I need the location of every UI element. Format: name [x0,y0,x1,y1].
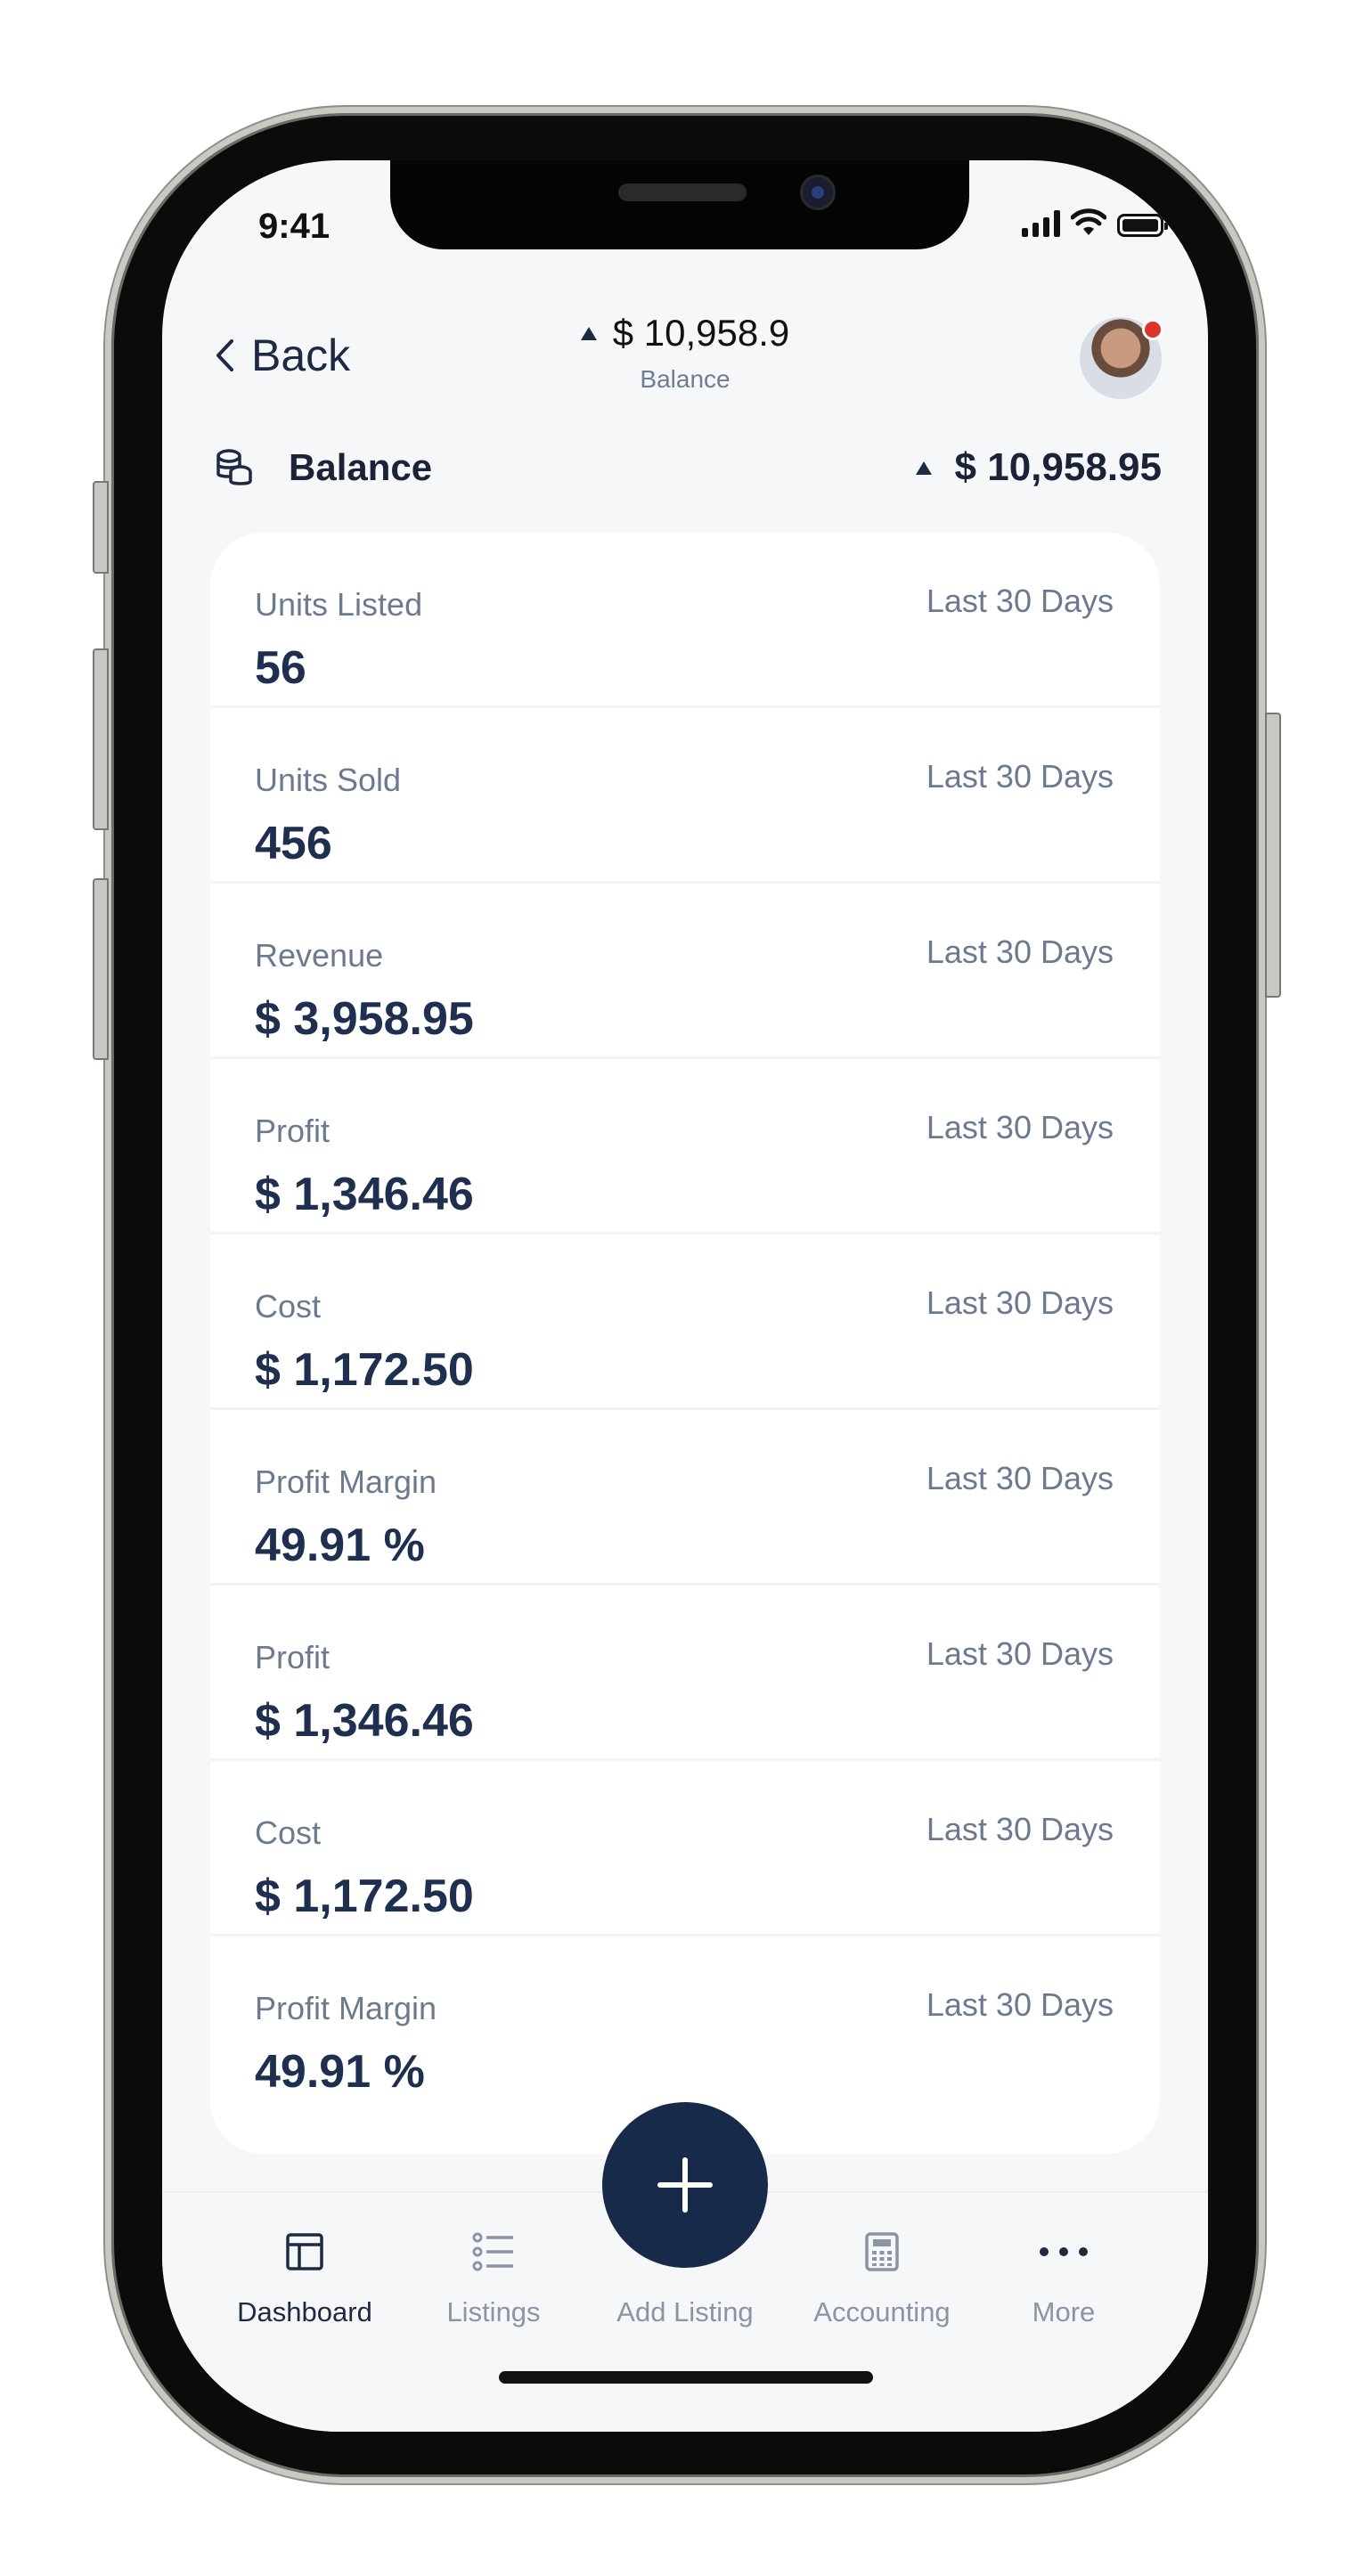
calculator-icon [865,2232,899,2271]
volume-up-button [93,648,109,830]
balance-value: $ 10,958.95 [954,445,1162,489]
metric-label: Units Listed [255,586,423,623]
metric-period: Last 30 Days [926,583,1114,619]
metric-row[interactable]: Profit Margin 49.91 % Last 30 Days [210,1410,1160,1586]
header-subtitle: Balance [640,365,730,393]
tab-label: More [1032,2296,1096,2327]
more-dots-icon [1040,2247,1088,2256]
tab-label: Dashboard [237,2296,372,2327]
status-icons [1022,208,1168,237]
metric-label: Profit [255,1639,331,1675]
plus-icon [657,2157,713,2213]
power-button [1265,713,1281,998]
tab-listings[interactable]: Listings [413,2229,574,2328]
metric-value: $ 1,346.46 [255,1695,474,1747]
metric-period: Last 30 Days [926,1811,1114,1847]
volume-down-button [93,878,109,1060]
metric-row[interactable]: Cost $ 1,172.50 Last 30 Days [210,1761,1160,1936]
list-icon [472,2232,513,2271]
metric-label: Profit Margin [255,1463,437,1500]
metric-label: Cost [255,1814,322,1851]
header-balance: $ 10,958.9 Balance [162,312,1208,394]
speaker [618,183,747,201]
add-listing-button[interactable] [602,2102,768,2268]
tab-accounting[interactable]: Accounting [802,2229,962,2328]
metrics-card: Units Listed 56 Last 30 Days Units Sold … [210,533,1160,2154]
metric-row[interactable]: Units Sold 456 Last 30 Days [210,708,1160,884]
metric-label: Profit Margin [255,1990,437,2026]
metric-period: Last 30 Days [926,1109,1114,1145]
notification-dot [1142,319,1163,340]
battery-icon [1117,214,1168,237]
metric-row[interactable]: Profit $ 1,346.46 Last 30 Days [210,1059,1160,1235]
tab-label: Accounting [813,2296,951,2327]
metric-label: Profit [255,1113,331,1149]
coins-icon [216,449,252,485]
metric-value: 49.91 % [255,1520,425,1571]
metric-value: $ 1,172.50 [255,1344,474,1396]
increase-triangle-icon [580,326,597,340]
metric-period: Last 30 Days [926,1635,1114,1672]
metric-value: $ 1,172.50 [255,1871,474,1922]
metric-value: 49.91 % [255,2046,425,2098]
notch [390,160,969,249]
dashboard-icon [286,2233,323,2270]
avatar[interactable] [1080,317,1163,399]
tab-dashboard[interactable]: Dashboard [224,2229,385,2328]
metric-value: $ 1,346.46 [255,1169,474,1220]
metric-row[interactable]: Profit Margin 49.91 % Last 30 Days [210,1936,1160,2112]
tab-label: Add Listing [616,2296,754,2327]
metric-label: Units Sold [255,762,402,798]
metric-row[interactable]: Revenue $ 3,958.95 Last 30 Days [210,884,1160,1059]
front-camera [800,175,836,210]
metric-period: Last 30 Days [926,1460,1114,1496]
home-indicator [499,2371,873,2384]
balance-label: Balance [289,446,433,488]
metric-period: Last 30 Days [926,1986,1114,2023]
tab-label: Listings [446,2296,541,2327]
metric-row[interactable]: Units Listed 56 Last 30 Days [210,533,1160,708]
header-amount: $ 10,958.9 [612,312,790,354]
status-time: 9:41 [258,207,331,246]
metric-period: Last 30 Days [926,1284,1114,1321]
cellular-signal-icon [1022,210,1060,237]
app-screen: 9:41 Back $ 10,958.9 Balance Balance $ 1… [162,160,1208,2432]
mute-switch [93,481,109,574]
metric-value: 456 [255,818,332,869]
metric-label: Revenue [255,937,384,974]
wifi-icon [1071,208,1106,235]
metric-value: $ 3,958.95 [255,993,474,1045]
top-header: Back $ 10,958.9 Balance [162,294,1208,401]
increase-triangle-icon [915,461,932,475]
metric-period: Last 30 Days [926,933,1114,970]
metric-period: Last 30 Days [926,758,1114,795]
metric-row[interactable]: Profit $ 1,346.46 Last 30 Days [210,1586,1160,1761]
tab-more[interactable]: More [983,2229,1144,2328]
metric-label: Cost [255,1288,322,1325]
metric-value: 56 [255,642,306,694]
balance-row: Balance $ 10,958.95 [214,436,1162,499]
metric-row[interactable]: Cost $ 1,172.50 Last 30 Days [210,1235,1160,1410]
